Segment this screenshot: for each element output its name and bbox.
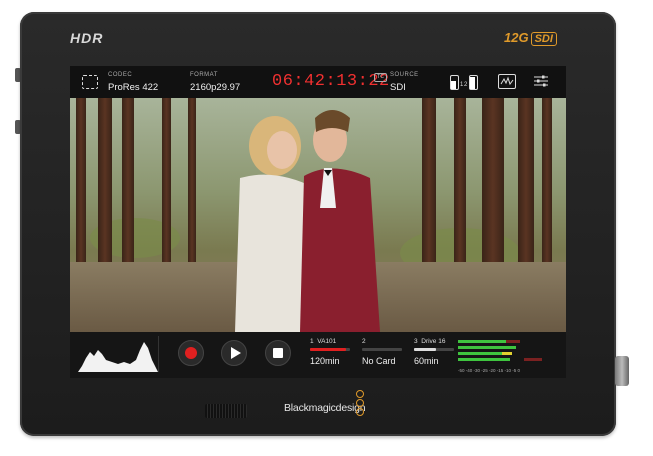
- battery-status[interactable]: 1 2: [450, 73, 486, 91]
- record-button[interactable]: [178, 340, 204, 366]
- audio-meter-channel: [502, 352, 512, 355]
- histogram[interactable]: [78, 336, 159, 372]
- audio-meter-channel: [458, 346, 516, 349]
- slot-remaining-time: No Card: [362, 356, 396, 366]
- settings-sliders-icon[interactable]: [533, 74, 549, 88]
- record-icon: [185, 347, 197, 359]
- slot-number: 3: [414, 338, 418, 345]
- media-slot-2[interactable]: 2 No Card: [362, 338, 410, 366]
- slot-name: VA101: [317, 338, 337, 345]
- slot-number: 1: [310, 338, 314, 345]
- tc-badge: TC: [374, 73, 387, 82]
- slot-capacity-bar: [310, 348, 350, 351]
- source-value[interactable]: SDI: [390, 82, 406, 93]
- battery-2-label: 2: [464, 82, 468, 88]
- slot-capacity-bar: [414, 348, 454, 351]
- slot-name: Drive 16: [421, 338, 446, 345]
- stop-icon: [273, 348, 283, 358]
- slot-capacity-fill: [414, 348, 436, 351]
- fullscreen-icon[interactable]: [82, 75, 98, 89]
- bottom-control-bar: 1 VA101 120min 2 No Card 3 Drive 16 60mi…: [70, 332, 566, 378]
- sdi-logo-prefix: 12G: [504, 30, 529, 45]
- stop-button[interactable]: [265, 340, 291, 366]
- slot-capacity-bar: [362, 348, 402, 351]
- sdi-logo-suffix: SDI: [530, 32, 557, 46]
- audio-meter-channel: [458, 352, 502, 355]
- waveform-scope-icon[interactable]: [498, 74, 516, 89]
- play-button[interactable]: [221, 340, 247, 366]
- brand-logo-mark: [356, 390, 364, 417]
- audio-meter-channel: [524, 358, 542, 361]
- slot-capacity-fill: [310, 348, 346, 351]
- slot-number: 2: [362, 338, 366, 345]
- format-label: FORMAT: [190, 72, 218, 78]
- audio-meter-channel: [506, 340, 520, 343]
- couple-figures: [235, 110, 380, 332]
- brand-logo-text: Blackmagicdesign: [284, 402, 366, 414]
- media-slot-1[interactable]: 1 VA101 120min: [310, 338, 358, 366]
- media-slot-3[interactable]: 3 Drive 16 60min: [414, 338, 462, 366]
- slot-remaining-time: 120min: [310, 356, 340, 366]
- format-value[interactable]: 2160p29.97: [190, 82, 240, 93]
- speaker-grille: [205, 404, 247, 418]
- slot-remaining-time: 60min: [414, 356, 439, 366]
- audio-meter-channel: [458, 358, 510, 361]
- touchscreen[interactable]: CODEC ProRes 422 FORMAT 2160p29.97 06:42…: [70, 66, 566, 378]
- video-preview[interactable]: [70, 98, 566, 332]
- sdi-logo: 12G SDI: [504, 30, 557, 46]
- battery-1-fill: [451, 81, 456, 89]
- source-label: SOURCE: [390, 72, 419, 78]
- audio-meter-scale: -50 -40 -30 -25 -20 -15 -10 -5 0: [458, 368, 521, 373]
- top-status-bar: CODEC ProRes 422 FORMAT 2160p29.97 06:42…: [70, 66, 566, 98]
- codec-label: CODEC: [108, 72, 133, 78]
- audio-meters[interactable]: -50 -40 -30 -25 -20 -15 -10 -5 0: [458, 336, 558, 376]
- codec-value[interactable]: ProRes 422: [108, 82, 158, 93]
- battery-1-label: 1: [460, 82, 464, 88]
- timecode-display[interactable]: 06:42:13:22: [272, 72, 390, 91]
- battery-2-fill: [470, 77, 475, 89]
- audio-meter-channel: [458, 340, 506, 343]
- hdr-logo: HDR: [70, 30, 104, 46]
- play-icon: [231, 347, 241, 359]
- sdi-connector: [615, 356, 629, 386]
